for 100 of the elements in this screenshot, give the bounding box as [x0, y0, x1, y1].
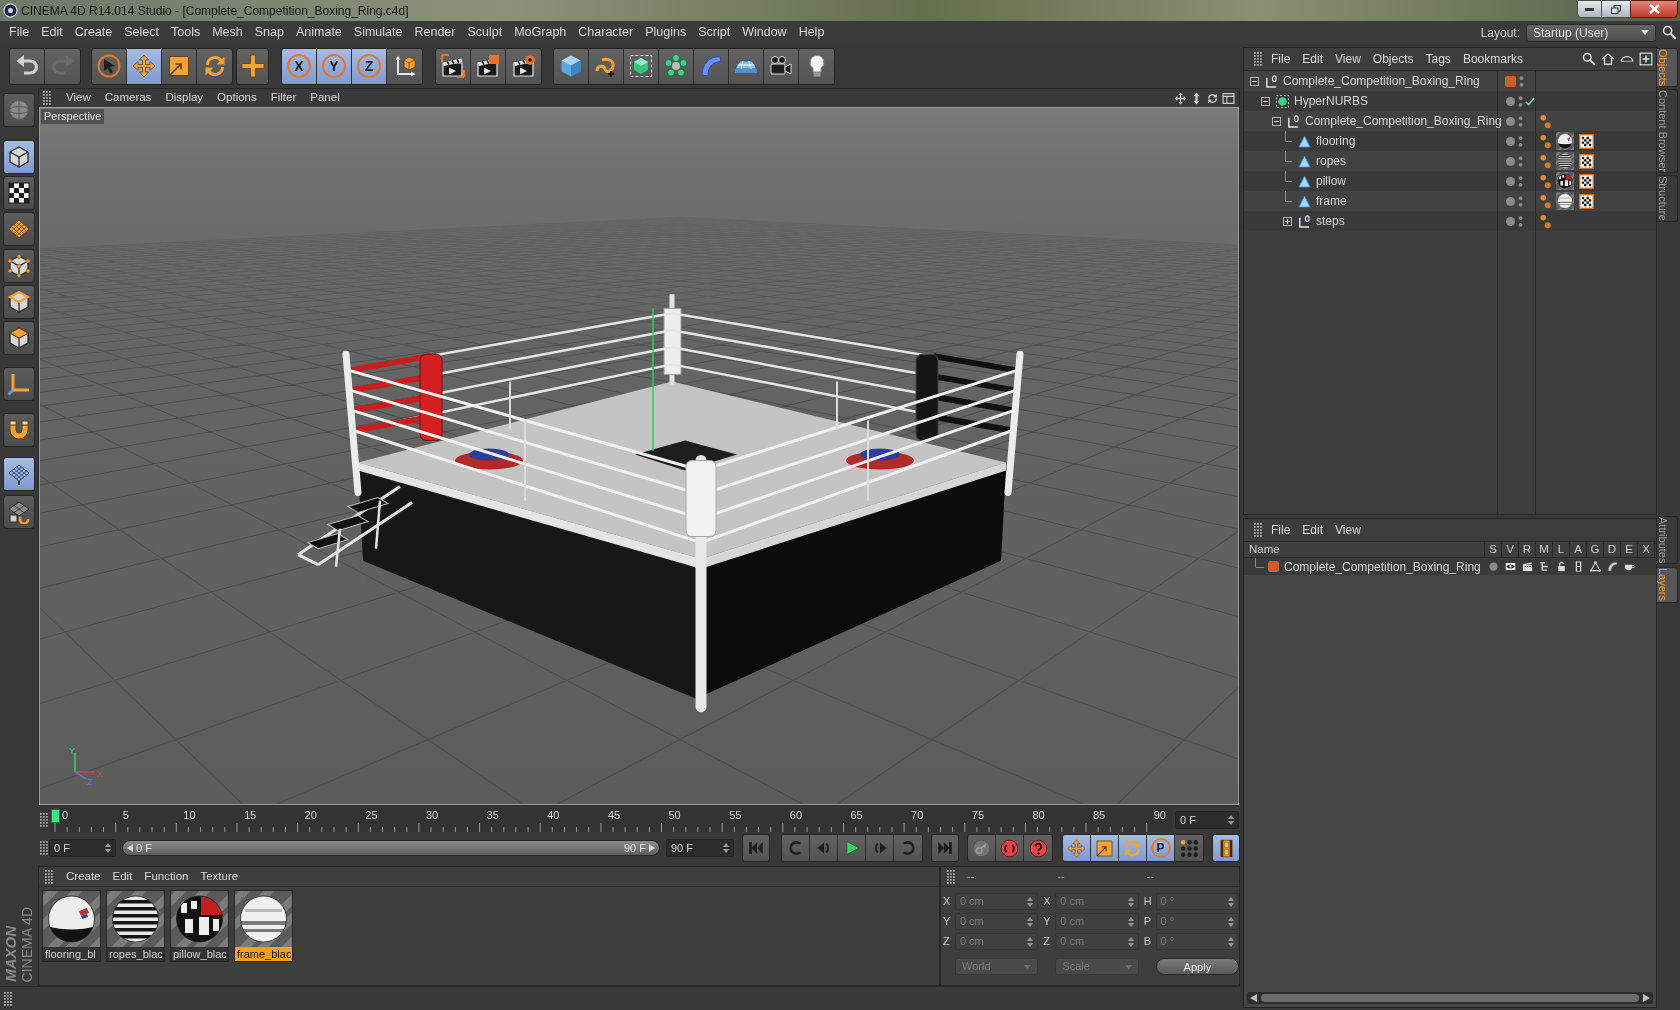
menu-item[interactable]: Create — [68, 23, 119, 42]
search-icon[interactable] — [1582, 52, 1596, 66]
menu-item[interactable]: File — [3, 23, 36, 42]
timeline-ruler[interactable]: 0 5 10 15 20 25 30 35 40 45 50 55 60 65 70 75 80 85 90 — [50, 808, 1172, 832]
minimize-button[interactable] — [1577, 0, 1602, 18]
menu-item[interactable]: Plugins — [639, 23, 693, 42]
camera-button[interactable] — [764, 48, 799, 84]
menu-item[interactable]: Help — [792, 23, 831, 42]
menu-item[interactable]: View — [1329, 521, 1367, 539]
scrollbar-thumb[interactable] — [1261, 994, 1639, 1002]
side-tab[interactable]: Attributes — [1657, 516, 1678, 565]
rotate-button[interactable] — [197, 48, 232, 84]
tool-button[interactable] — [3, 140, 35, 174]
select-button[interactable] — [92, 48, 127, 84]
tool-button[interactable] — [3, 457, 35, 491]
expand-icon[interactable] — [1283, 216, 1292, 226]
go-to-start-button[interactable] — [742, 834, 770, 862]
object-row[interactable]: ropes — [1244, 151, 1656, 171]
side-tab[interactable]: Structure — [1657, 175, 1678, 222]
menu-item[interactable]: Function — [138, 867, 195, 886]
column-header[interactable]: D — [1604, 542, 1621, 557]
search-button[interactable] — [1661, 24, 1677, 41]
column-header[interactable]: L — [1553, 542, 1570, 557]
menu-item[interactable]: Tags — [1419, 50, 1457, 68]
menu-item[interactable]: Character — [572, 23, 640, 42]
viewport-menu-item[interactable]: Options — [210, 89, 264, 107]
menu-item[interactable]: Edit — [1296, 521, 1330, 539]
circular-arrows-icon[interactable] — [1206, 91, 1219, 105]
viewport-menu-item[interactable]: View — [59, 89, 98, 107]
axis-lock-button[interactable]: X — [282, 48, 317, 84]
object-row[interactable]: frame — [1244, 191, 1656, 211]
next-key-button[interactable] — [894, 835, 922, 861]
menu-item[interactable]: Tools — [165, 23, 207, 42]
column-header[interactable]: S — [1485, 542, 1502, 557]
menu-item[interactable]: Bookmarks — [1456, 50, 1529, 68]
layer-row[interactable]: Complete_Competition_Boxing_Ring — [1244, 558, 1656, 575]
menu-item[interactable]: Mesh — [206, 23, 249, 42]
tool-button[interactable] — [3, 321, 35, 355]
current-frame-field[interactable]: 0 F — [1175, 811, 1239, 829]
column-header[interactable]: E — [1621, 542, 1638, 557]
spline-button[interactable] — [589, 48, 624, 84]
film-strip-icon[interactable] — [1573, 561, 1584, 572]
menu-item[interactable]: Window — [736, 23, 793, 42]
plus-tool-button[interactable] — [236, 47, 269, 85]
move-button[interactable] — [127, 48, 162, 84]
window-icon[interactable] — [1222, 91, 1235, 105]
horizontal-scrollbar[interactable] — [1247, 992, 1653, 1004]
axis-lock-button[interactable]: Z — [352, 48, 387, 84]
deformer-button[interactable] — [694, 48, 729, 84]
render-settings-button[interactable] — [506, 48, 541, 84]
column-header[interactable]: M — [1536, 542, 1553, 557]
menu-item[interactable]: Script — [692, 23, 737, 42]
point-track-button[interactable]: P — [1147, 835, 1175, 861]
menu-item[interactable]: Snap — [248, 23, 290, 42]
tool-button[interactable] — [3, 413, 35, 447]
home-icon[interactable] — [1601, 52, 1615, 66]
layout-dropdown[interactable]: Startup (User) — [1526, 23, 1656, 42]
menu-item[interactable]: Select — [118, 23, 165, 42]
collapse-icon[interactable] — [1272, 116, 1281, 126]
cube-button[interactable] — [554, 48, 589, 84]
light-button[interactable] — [799, 48, 834, 84]
column-header[interactable]: G — [1587, 542, 1604, 557]
object-row[interactable]: Complete_Competition_Boxing_Ring — [1244, 71, 1656, 91]
collapse-icon[interactable] — [1250, 76, 1259, 86]
axis-lock-button[interactable]: Y — [317, 48, 352, 84]
tool-button[interactable] — [3, 285, 35, 319]
timeline-button[interactable] — [1212, 834, 1240, 862]
column-header[interactable]: R — [1519, 542, 1536, 557]
menu-item[interactable]: Render — [408, 23, 462, 42]
cloner-button[interactable] — [659, 48, 694, 84]
viewport-menu-item[interactable]: Panel — [303, 89, 347, 107]
column-header[interactable]: Name — [1244, 542, 1485, 557]
autokey-button[interactable] — [996, 835, 1024, 861]
tool-button[interactable] — [3, 249, 35, 283]
column-header[interactable]: A — [1570, 542, 1587, 557]
menu-item[interactable]: Simulate — [347, 23, 409, 42]
clapperboard-icon[interactable] — [1522, 561, 1533, 572]
menu-item[interactable]: Objects — [1366, 50, 1420, 68]
undo-button[interactable] — [10, 48, 45, 84]
tool-button[interactable] — [3, 176, 35, 210]
tool-button[interactable] — [3, 495, 35, 529]
render-view-button[interactable] — [436, 48, 471, 84]
menu-item[interactable]: Texture — [194, 867, 245, 886]
restore-button[interactable] — [1602, 0, 1630, 18]
column-header[interactable]: V — [1502, 542, 1519, 557]
previous-key-button[interactable] — [782, 835, 810, 861]
menu-item[interactable]: Edit — [106, 867, 139, 886]
material-item[interactable]: flooring_bl — [42, 890, 101, 962]
pyramid-icon[interactable] — [1590, 561, 1601, 572]
menu-item[interactable]: View — [1329, 50, 1367, 68]
side-tab[interactable]: Objects — [1657, 48, 1678, 88]
material-item[interactable]: pillow_blac — [170, 890, 229, 962]
add-panel-icon[interactable] — [1639, 52, 1653, 66]
menu-item[interactable]: File — [1265, 521, 1297, 539]
go-to-end-button[interactable] — [931, 834, 959, 862]
side-tab[interactable]: Content Browser — [1657, 89, 1678, 174]
menu-item[interactable]: Edit — [35, 23, 69, 42]
previous-frame-button[interactable] — [810, 835, 838, 861]
menu-item[interactable]: File — [1265, 50, 1297, 68]
bent-shape-icon[interactable] — [1607, 561, 1618, 572]
